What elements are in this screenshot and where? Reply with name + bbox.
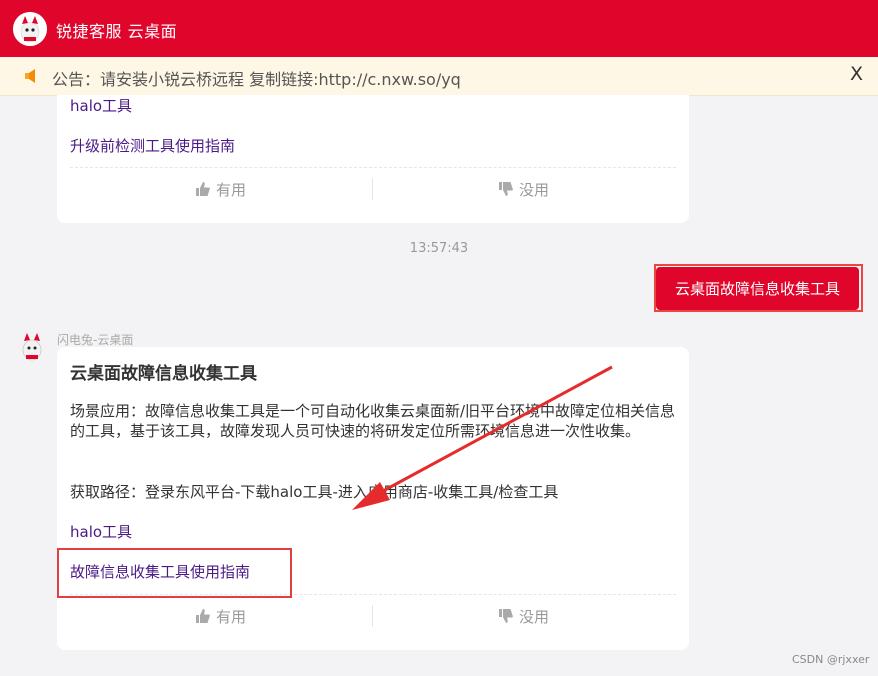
bot-avatar-icon	[22, 333, 42, 361]
thumbs-down-icon	[498, 609, 513, 623]
link-halo-tool[interactable]: halo工具	[70, 521, 132, 542]
brand-logo	[13, 12, 47, 46]
watermark: CSDN @rjxxer	[792, 653, 870, 666]
bot-name: 闪电兔-云桌面	[57, 333, 134, 347]
useless-label: 没用	[518, 607, 549, 626]
announcement-bar: 公告：请安装小锐云桥远程 复制链接:http://c.nxw.so/yq X	[0, 57, 878, 96]
speaker-icon	[25, 69, 35, 83]
answer-card: 云桌面故障信息收集工具 场景应用：故障信息收集工具是一个可自动化收集云桌面新/旧…	[57, 347, 689, 650]
useful-label: 有用	[215, 607, 246, 626]
thumbs-up-icon	[195, 609, 210, 623]
useless-label: 没用	[518, 180, 549, 199]
answer-path: 获取路径：登录东风平台-下载halo工具-进入应用商店-收集工具/检查工具	[70, 483, 559, 501]
useful-button[interactable]: 有用	[70, 168, 372, 210]
link-fault-collection-guide[interactable]: 故障信息收集工具使用指南	[70, 561, 250, 582]
answer-title: 云桌面故障信息收集工具	[70, 364, 257, 384]
thumbs-down-icon	[498, 182, 513, 196]
useful-label: 有用	[215, 180, 246, 199]
feedback-bar: 有用 没用	[70, 594, 676, 637]
announcement-text: 公告：请安装小锐云桥远程 复制链接:http://c.nxw.so/yq	[52, 70, 461, 89]
useless-button[interactable]: 没用	[373, 168, 675, 210]
useful-button[interactable]: 有用	[70, 595, 372, 637]
feedback-bar: 有用 没用	[70, 167, 676, 210]
link-halo-tool[interactable]: halo工具	[70, 95, 132, 116]
message-timestamp: 13:57:43	[409, 241, 469, 256]
close-announcement-button[interactable]: X	[850, 63, 863, 85]
useless-button[interactable]: 没用	[373, 595, 675, 637]
header-title: 锐捷客服 云桌面	[56, 22, 178, 41]
chat-header: 锐捷客服 云桌面	[0, 0, 878, 57]
user-message-bubble: 云桌面故障信息收集工具	[656, 267, 859, 310]
link-upgrade-check-guide[interactable]: 升级前检测工具使用指南	[70, 135, 235, 156]
answer-description: 场景应用：故障信息收集工具是一个可自动化收集云桌面新/旧平台环境中故障定位相关信…	[70, 402, 676, 440]
thumbs-up-icon	[195, 182, 210, 196]
answer-card-previous: halo工具 升级前检测工具使用指南 有用 没用	[57, 95, 689, 223]
